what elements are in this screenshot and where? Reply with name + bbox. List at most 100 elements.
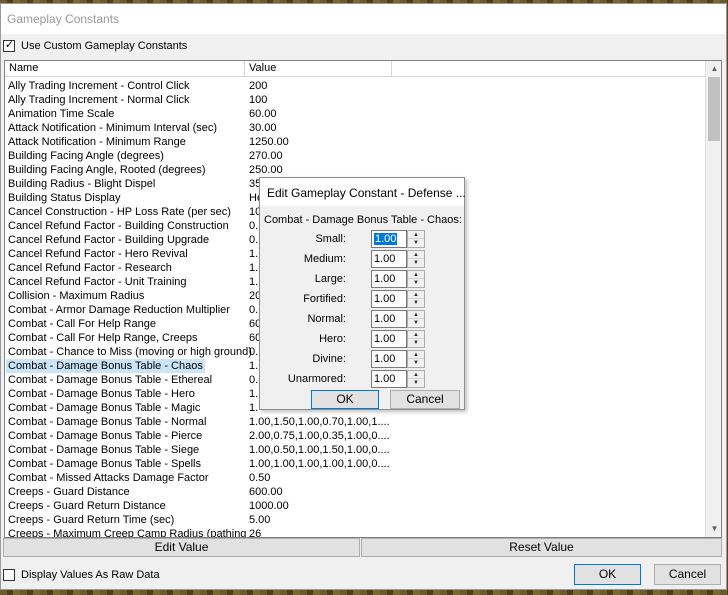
list-item-name: Building Radius - Blight Dispel	[8, 178, 156, 190]
list-item-value: 1.	[249, 402, 259, 414]
list-item-value: 0.	[249, 346, 259, 358]
list-item[interactable]: Creeps - Guard Return Distance 1000.00	[5, 499, 705, 513]
dialog-title-bar: Edit Gameplay Constant - Defense ...	[260, 178, 466, 206]
list-item-value: 0.50	[249, 472, 271, 484]
dialog-field-row: Hero: 1.00 ▲ ▼	[260, 330, 464, 348]
list-item[interactable]: Building Facing Angle, Rooted (degrees) 2…	[5, 163, 705, 177]
cancel-button[interactable]: Cancel	[654, 564, 721, 585]
list-item-name: Building Facing Angle (degrees)	[8, 150, 164, 162]
window-title: Gameplay Constants	[7, 12, 120, 26]
raw-data-checkbox[interactable]	[3, 569, 15, 581]
list-item[interactable]: Building Facing Angle (degrees) 270.00	[5, 149, 705, 163]
list-item-name: Building Status Display	[8, 192, 121, 204]
list-item-name: Combat - Missed Attacks Damage Factor	[8, 472, 209, 484]
list-item[interactable]: Creeps - Guard Distance 600.00	[5, 485, 705, 499]
scroll-up-icon[interactable]: ▲	[706, 61, 721, 77]
dialog-field-label: Large:	[314, 273, 346, 285]
list-item-name: Combat - Damage Bonus Table - Spells	[8, 458, 202, 470]
dialog-field-input[interactable]: 1.00	[371, 310, 407, 328]
dialog-field-spinner[interactable]: ▲ ▼	[407, 350, 425, 368]
dialog-field-value: 1.00	[374, 313, 396, 325]
spin-down-icon[interactable]: ▼	[408, 279, 424, 287]
list-item[interactable]: Ally Trading Increment - Control Click 20…	[5, 79, 705, 93]
reset-value-button[interactable]: Reset Value	[361, 538, 722, 557]
spin-down-icon[interactable]: ▼	[408, 299, 424, 307]
spin-down-icon[interactable]: ▼	[408, 339, 424, 347]
dialog-cancel-button[interactable]: Cancel	[390, 390, 460, 409]
dialog-field-label: Hero:	[319, 333, 346, 345]
list-item-value: 30.00	[249, 122, 277, 134]
list-item-name: Combat - Damage Bonus Table - Normal	[8, 416, 207, 428]
dialog-field-input[interactable]: 1.00	[371, 230, 407, 248]
list-item[interactable]: Animation Time Scale 60.00	[5, 107, 705, 121]
spin-up-icon[interactable]: ▲	[408, 231, 424, 239]
list-item[interactable]: Attack Notification - Minimum Range 1250.…	[5, 135, 705, 149]
list-item-value: 1250.00	[249, 136, 289, 148]
dialog-field-input[interactable]: 1.00	[371, 370, 407, 388]
dialog-field-spinner[interactable]: ▲ ▼	[407, 310, 425, 328]
dialog-field-value: 1.00	[374, 293, 396, 305]
spin-up-icon[interactable]: ▲	[408, 291, 424, 299]
ok-button[interactable]: OK	[574, 564, 641, 585]
spin-down-icon[interactable]: ▼	[408, 379, 424, 387]
dialog-field-spinner[interactable]: ▲ ▼	[407, 370, 425, 388]
spin-up-icon[interactable]: ▲	[408, 311, 424, 319]
list-item-value: 1.	[249, 360, 259, 372]
dialog-field-label: Unarmored:	[287, 373, 346, 385]
dialog-field-label: Normal:	[307, 313, 346, 325]
list-item-value: 1000.00	[249, 500, 289, 512]
dialog-field-input[interactable]: 1.00	[371, 350, 407, 368]
dialog-field-spinner[interactable]: ▲ ▼	[407, 290, 425, 308]
spin-up-icon[interactable]: ▲	[408, 271, 424, 279]
list-item-name: Creeps - Guard Return Distance	[8, 500, 166, 512]
scroll-down-icon[interactable]: ▼	[706, 521, 721, 537]
dialog-field-spinner[interactable]: ▲ ▼	[407, 330, 425, 348]
list-item-name: Combat - Damage Bonus Table - Pierce	[8, 430, 203, 442]
dialog-field-row: Unarmored: 1.00 ▲ ▼	[260, 370, 464, 388]
list-item-value: 2.00,0.75,1.00,0.35,1.00,0....	[249, 430, 390, 442]
list-item[interactable]: Combat - Damage Bonus Table - Pierce 2.00…	[5, 429, 705, 443]
list-item[interactable]: Combat - Damage Bonus Table - Normal 1.00…	[5, 415, 705, 429]
edit-value-button[interactable]: Edit Value	[3, 538, 360, 557]
use-custom-checkbox[interactable]: ✓	[3, 39, 15, 52]
dialog-field-input[interactable]: 1.00	[371, 250, 407, 268]
dialog-field-spinner[interactable]: ▲ ▼	[407, 250, 425, 268]
list-item[interactable]: Ally Trading Increment - Normal Click 100	[5, 93, 705, 107]
spin-down-icon[interactable]: ▼	[408, 259, 424, 267]
list-item[interactable]: Combat - Damage Bonus Table - Siege 1.00,…	[5, 443, 705, 457]
list-item[interactable]: Combat - Missed Attacks Damage Factor 0.5…	[5, 471, 705, 485]
spin-up-icon[interactable]: ▲	[408, 251, 424, 259]
list-item-name: Combat - Damage Bonus Table - Ethereal	[8, 374, 213, 386]
dialog-field-input[interactable]: 1.00	[371, 330, 407, 348]
list-item[interactable]: Creeps - Maximum Creep Camp Radius (path…	[5, 527, 705, 538]
list-item-name: Creeps - Maximum Creep Camp Radius (path…	[8, 528, 247, 538]
dialog-field-row: Large: 1.00 ▲ ▼	[260, 270, 464, 288]
spin-up-icon[interactable]: ▲	[408, 331, 424, 339]
list-item-name: Attack Notification - Minimum Interval (…	[8, 122, 218, 134]
dialog-field-value: 1.00	[374, 373, 396, 385]
list-item-value: 1.	[249, 388, 259, 400]
background-terrain-bottom	[0, 590, 728, 595]
spin-up-icon[interactable]: ▲	[408, 371, 424, 379]
dialog-ok-button[interactable]: OK	[311, 390, 379, 409]
scroll-thumb[interactable]	[708, 77, 720, 141]
column-header-name[interactable]: Name	[5, 61, 245, 77]
title-bar: Gameplay Constants	[1, 4, 726, 34]
spin-up-icon[interactable]: ▲	[408, 351, 424, 359]
list-item-name: Cancel Construction - HP Loss Rate (per …	[8, 206, 231, 218]
list-item[interactable]: Attack Notification - Minimum Interval (…	[5, 121, 705, 135]
list-item-name: Creeps - Guard Return Time (sec)	[8, 514, 175, 526]
list-item-value: 1.	[249, 262, 259, 274]
column-header-value[interactable]: Value	[245, 61, 392, 77]
list-item[interactable]: Combat - Damage Bonus Table - Spells 1.00…	[5, 457, 705, 471]
spin-down-icon[interactable]: ▼	[408, 359, 424, 367]
dialog-field-input[interactable]: 1.00	[371, 270, 407, 288]
dialog-field-spinner[interactable]: ▲ ▼	[407, 270, 425, 288]
spin-down-icon[interactable]: ▼	[408, 239, 424, 247]
vertical-scrollbar[interactable]: ▲ ▼	[705, 61, 721, 537]
dialog-field-input[interactable]: 1.00	[371, 290, 407, 308]
dialog-field-row: Fortified: 1.00 ▲ ▼	[260, 290, 464, 308]
list-item[interactable]: Creeps - Guard Return Time (sec) 5.00	[5, 513, 705, 527]
spin-down-icon[interactable]: ▼	[408, 319, 424, 327]
dialog-field-spinner[interactable]: ▲ ▼	[407, 230, 425, 248]
